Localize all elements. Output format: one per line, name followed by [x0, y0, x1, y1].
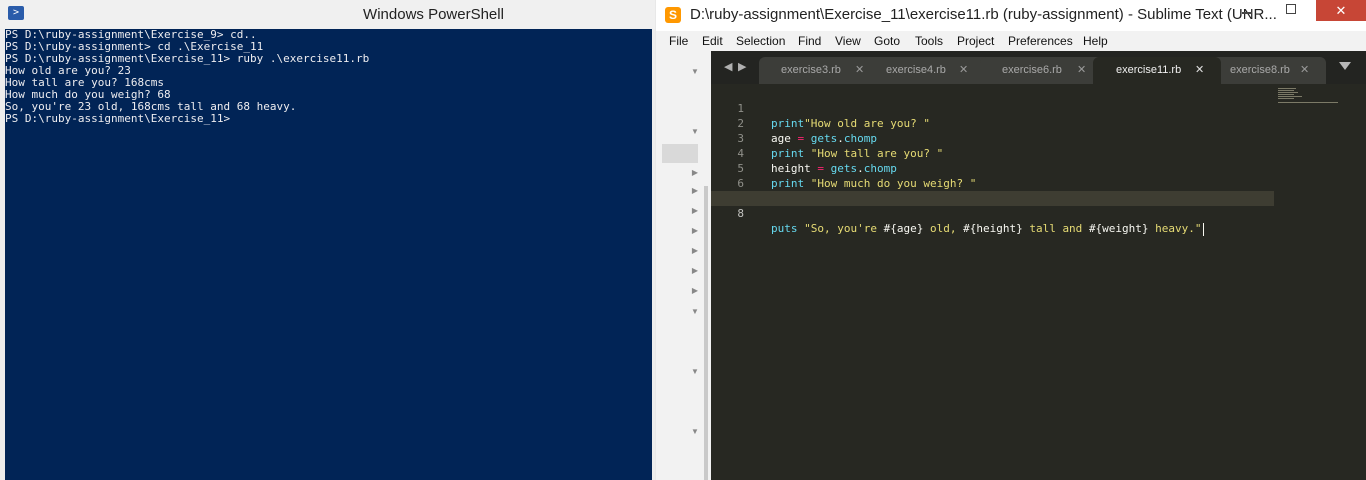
- sidebar-panel: ▼ ▼ ▶ ▶ ▶ ▶ ▶ ▶ ▶ ▼ ▼ ▼: [656, 51, 711, 480]
- expand-arrow-icon[interactable]: ▶: [690, 246, 700, 255]
- sidebar-scrollbar[interactable]: [704, 186, 708, 480]
- sublime-text-icon[interactable]: S: [665, 7, 681, 23]
- menu-tools[interactable]: Tools: [915, 34, 943, 48]
- menu-goto[interactable]: Goto: [874, 34, 900, 48]
- fold-down-icon[interactable]: ▼: [690, 307, 700, 316]
- sidebar-selected-item[interactable]: [662, 144, 698, 163]
- expand-arrow-icon[interactable]: ▶: [690, 206, 700, 215]
- tab-close-icon[interactable]: ✕: [1077, 63, 1086, 76]
- tab-nav-left-icon[interactable]: ◀: [724, 60, 732, 73]
- code-line: 5 print "How much do you weigh? ": [737, 162, 977, 190]
- tab-dropdown-icon[interactable]: [1339, 62, 1351, 70]
- tab-bar: ◀ ▶ exercise3.rb ✕ exercise4.rb ✕ exerci…: [711, 51, 1366, 84]
- menu-preferences[interactable]: Preferences: [1008, 34, 1073, 48]
- menu-bar: File Edit Selection Find View Goto Tools…: [656, 31, 1366, 51]
- sublime-text-window: S D:\ruby-assignment\Exercise_11\exercis…: [656, 0, 1366, 480]
- powershell-icon[interactable]: >: [8, 6, 24, 20]
- fold-down-icon[interactable]: ▼: [690, 367, 700, 376]
- tab-exercise4[interactable]: exercise4.rb ✕: [864, 57, 991, 84]
- tab-close-icon[interactable]: ✕: [959, 63, 968, 76]
- expand-arrow-icon[interactable]: ▶: [690, 286, 700, 295]
- menu-file[interactable]: File: [669, 34, 688, 48]
- sublime-title: D:\ruby-assignment\Exercise_11\exercise1…: [690, 6, 1277, 23]
- code-line: 6 weight = gets.chomp: [737, 177, 896, 205]
- tab-close-icon[interactable]: ✕: [855, 63, 864, 76]
- menu-edit[interactable]: Edit: [702, 34, 723, 48]
- menu-project[interactable]: Project: [957, 34, 994, 48]
- minimize-button[interactable]: [1226, 0, 1270, 21]
- expand-arrow-icon[interactable]: ▶: [690, 186, 700, 195]
- code-line: 7: [711, 176, 1276, 205]
- tab-exercise6[interactable]: exercise6.rb ✕: [980, 57, 1103, 84]
- minimap[interactable]: [1274, 84, 1366, 480]
- tab-close-icon[interactable]: ✕: [1195, 63, 1204, 76]
- expand-arrow-icon[interactable]: ▶: [690, 168, 700, 177]
- code-line: 1 print"How old are you? ": [737, 102, 930, 130]
- code-editor[interactable]: 1 print"How old are you? " 2 age = gets.…: [711, 84, 1366, 480]
- fold-down-icon[interactable]: ▼: [690, 427, 700, 436]
- expand-arrow-icon[interactable]: ▶: [690, 266, 700, 275]
- powershell-console[interactable]: PS D:\ruby-assignment\Exercise_9> cd.. P…: [5, 29, 652, 480]
- code-line: 2 age = gets.chomp: [737, 117, 877, 145]
- tab-exercise3[interactable]: exercise3.rb ✕: [759, 57, 877, 84]
- close-button[interactable]: ✕: [1316, 0, 1366, 21]
- code-line-current: 8 puts "So, you're #{age} old, #{height}…: [711, 191, 1276, 236]
- powershell-titlebar[interactable]: > Windows PowerShell: [0, 0, 655, 29]
- maximize-button[interactable]: [1270, 0, 1314, 21]
- menu-view[interactable]: View: [835, 34, 861, 48]
- tab-exercise8[interactable]: exercise8.rb ✕: [1208, 57, 1326, 84]
- menu-find[interactable]: Find: [798, 34, 821, 48]
- menu-selection[interactable]: Selection: [736, 34, 785, 48]
- text-cursor: [1202, 222, 1204, 236]
- fold-down-icon[interactable]: ▼: [690, 127, 700, 136]
- tab-close-icon[interactable]: ✕: [1300, 63, 1309, 76]
- powershell-window: > Windows PowerShell PS D:\ruby-assignme…: [0, 0, 655, 480]
- menu-help[interactable]: Help: [1083, 34, 1108, 48]
- expand-arrow-icon[interactable]: ▶: [690, 226, 700, 235]
- code-line: 4 height = gets.chomp: [737, 147, 897, 175]
- close-icon: ✕: [1335, 3, 1347, 18]
- tab-nav-right-icon[interactable]: ▶: [738, 60, 746, 73]
- console-prompt-line: PS D:\ruby-assignment\Exercise_11>: [5, 112, 231, 125]
- sublime-titlebar[interactable]: S D:\ruby-assignment\Exercise_11\exercis…: [656, 0, 1366, 31]
- fold-down-icon[interactable]: ▼: [690, 67, 700, 76]
- powershell-title: Windows PowerShell: [363, 6, 504, 23]
- code-line: 3 print "How tall are you? ": [737, 132, 944, 160]
- tab-exercise11[interactable]: exercise11.rb ✕: [1093, 57, 1221, 84]
